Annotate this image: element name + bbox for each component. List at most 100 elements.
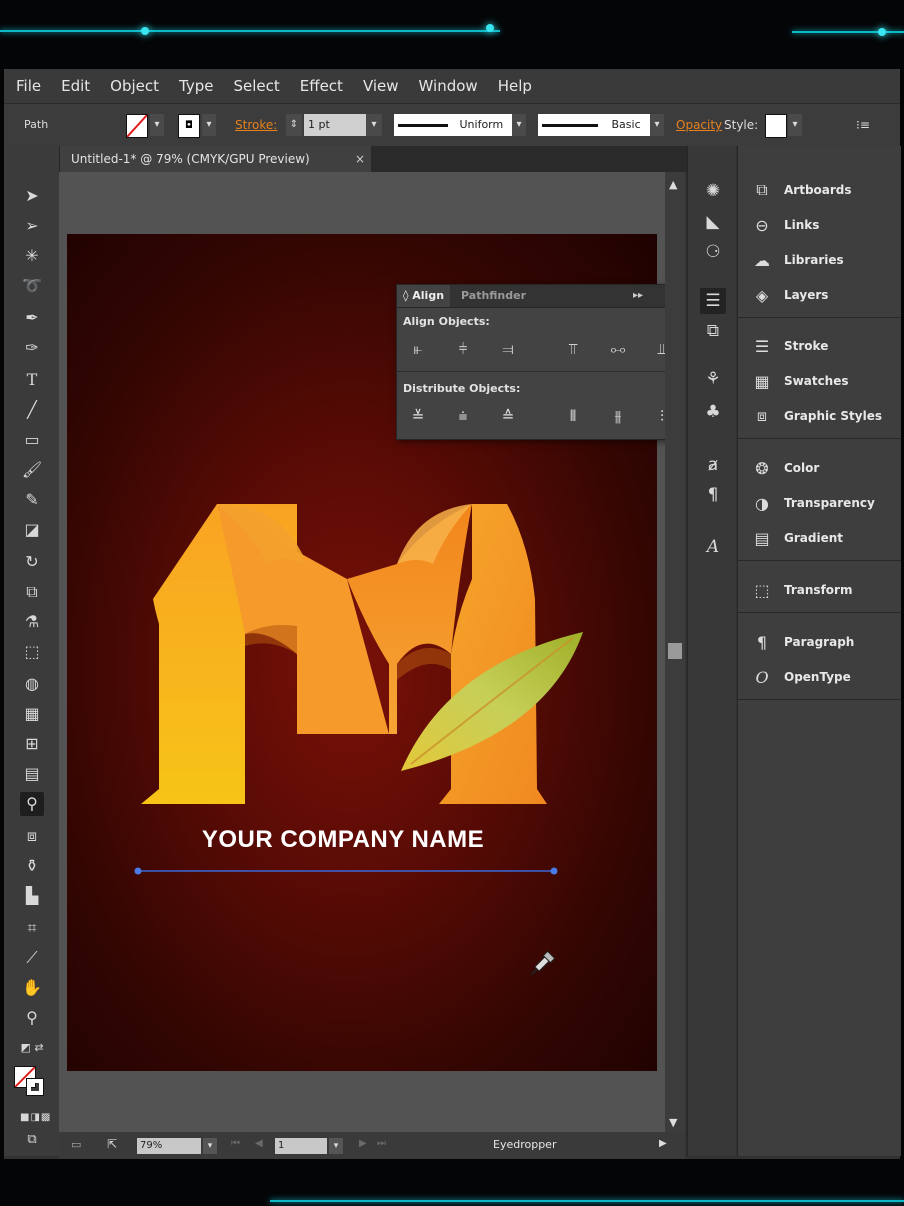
m-letter-shape[interactable]	[141, 503, 547, 804]
pathfinder-tab[interactable]: Pathfinder	[461, 285, 526, 307]
vertical-align-bottom-icon[interactable]: ⫫	[651, 338, 665, 360]
selection-tool-icon[interactable]: ➤	[20, 184, 44, 208]
align-tab[interactable]: ◊ Align	[397, 285, 451, 307]
profile-dropdown[interactable]: ▾	[512, 114, 526, 136]
canvas-area[interactable]: YOUR COMPANY NAME ◊ Align Pathfinder ▸▸ …	[59, 172, 665, 1132]
last-artboard-icon[interactable]: ⏭	[377, 1138, 386, 1149]
document-tab[interactable]: Untitled-1* @ 79% (CMYK/GPU Preview) ×	[59, 146, 371, 172]
panel-layers[interactable]: ◈ Layers	[738, 278, 901, 312]
screen-mode-icon[interactable]: ⧉	[20, 1128, 44, 1152]
first-artboard-icon[interactable]: ⏮	[231, 1138, 240, 1149]
lasso-tool-icon[interactable]: ➰	[20, 274, 44, 298]
magic-wand-tool-icon[interactable]: ✳	[20, 244, 44, 268]
menu-view[interactable]: View	[363, 77, 399, 95]
brush-definition[interactable]: Basic	[538, 114, 650, 136]
menu-window[interactable]: Window	[419, 77, 478, 95]
fill-stroke-indicator[interactable]	[14, 1066, 50, 1102]
vertical-align-center-icon[interactable]: ⧟	[607, 338, 629, 360]
vertical-scrollbar[interactable]: ▲ ▼	[665, 172, 685, 1132]
menu-edit[interactable]: Edit	[61, 77, 90, 95]
horizontal-align-center-icon[interactable]: ⫩	[452, 338, 474, 360]
perspective-grid-tool-icon[interactable]: ▦	[20, 702, 44, 726]
panel-opentype[interactable]: O OpenType	[738, 660, 901, 694]
panel-libraries[interactable]: ☁ Libraries	[738, 243, 901, 277]
blend-tool-icon[interactable]: ⧈	[20, 824, 44, 848]
scroll-thumb[interactable]	[668, 643, 682, 659]
panel-stroke[interactable]: ☰ Stroke	[738, 329, 901, 363]
width-tool-icon[interactable]: ⚗	[20, 610, 44, 634]
brush-dropdown[interactable]: ▾	[650, 114, 664, 136]
distribute-right-icon[interactable]: ⫶	[651, 405, 665, 427]
fill-swatch[interactable]	[126, 114, 148, 138]
color-mode-icons[interactable]: ■◨▩	[20, 1106, 50, 1130]
hand-tool-icon[interactable]: ✋	[20, 976, 44, 1000]
zoom-tool-icon[interactable]: ⚲	[20, 1006, 44, 1030]
pathfinder-icon[interactable]: ⧉	[700, 318, 726, 344]
curvature-tool-icon[interactable]: ✑	[20, 336, 44, 360]
style-dropdown[interactable]: ▾	[788, 114, 802, 136]
artboard-dropdown[interactable]: ▾	[329, 1138, 343, 1154]
menu-type[interactable]: Type	[179, 77, 213, 95]
glyphs-icon[interactable]: A	[700, 534, 726, 560]
pen-tool-icon[interactable]: ✒	[20, 306, 44, 330]
panel-transform[interactable]: ⬚ Transform	[738, 573, 901, 607]
stroke-dropdown[interactable]: ▾	[202, 114, 216, 136]
scroll-up-arrow-icon[interactable]: ▲	[669, 178, 677, 191]
opacity-label[interactable]: Opacity	[676, 118, 722, 132]
artboard-number-field[interactable]: 1	[275, 1138, 327, 1154]
column-graph-tool-icon[interactable]: ▙	[20, 884, 44, 908]
panel-artboards[interactable]: ⧉ Artboards	[738, 173, 901, 207]
stroke-weight-field[interactable]: 1 pt	[304, 114, 366, 136]
distribute-horizontal-center-icon[interactable]: ⫵	[607, 405, 629, 427]
artboard-tool-icon[interactable]: ⌗	[20, 916, 44, 940]
panel-collapse-icon[interactable]: ▸▸	[633, 285, 643, 307]
gradient-tool-icon[interactable]: ▤	[20, 762, 44, 786]
rectangle-tool-icon[interactable]: ▭	[20, 428, 44, 452]
panel-swatches[interactable]: ▦ Swatches	[738, 364, 901, 398]
zoom-field[interactable]: 79%	[137, 1138, 201, 1154]
scroll-down-arrow-icon[interactable]: ▼	[669, 1116, 677, 1129]
menu-select[interactable]: Select	[233, 77, 279, 95]
free-transform-tool-icon[interactable]: ⬚	[20, 640, 44, 664]
pencil-tool-icon[interactable]: ✎	[20, 488, 44, 512]
scale-tool-icon[interactable]: ⧉	[20, 580, 44, 604]
mesh-tool-icon[interactable]: ⊞	[20, 732, 44, 756]
brushes-icon[interactable]: ◣	[700, 209, 726, 235]
panel-gradient[interactable]: ▤ Gradient	[738, 521, 901, 555]
panel-color[interactable]: ❂ Color	[738, 451, 901, 485]
distribute-bottom-icon[interactable]: ≙	[497, 405, 519, 427]
next-artboard-icon[interactable]: ▶	[359, 1138, 367, 1149]
panel-links[interactable]: ⊖ Links	[738, 208, 901, 242]
slice-tool-icon[interactable]: ⟋	[20, 946, 44, 970]
horizontal-align-right-icon[interactable]: ⫤	[497, 338, 519, 360]
status-gpu-icon[interactable]: ▭	[71, 1138, 81, 1151]
menu-file[interactable]: File	[16, 77, 41, 95]
fill-dropdown[interactable]: ▾	[150, 114, 164, 136]
eraser-tool-icon[interactable]: ◪	[20, 518, 44, 542]
eyedropper-tool-icon[interactable]: ⚲	[20, 792, 44, 816]
graphic-style-swatch[interactable]	[765, 114, 787, 138]
variable-width-profile[interactable]: Uniform	[394, 114, 512, 136]
stroke-swatch[interactable]: ◘	[178, 114, 200, 138]
company-name-text[interactable]: YOUR COMPANY NAME	[67, 826, 619, 854]
panel-transparency[interactable]: ◑ Transparency	[738, 486, 901, 520]
panel-paragraph[interactable]: ¶ Paragraph	[738, 625, 901, 659]
menu-effect[interactable]: Effect	[300, 77, 343, 95]
horizontal-align-left-icon[interactable]: ⫦	[407, 338, 429, 360]
direct-selection-tool-icon[interactable]: ➢	[20, 214, 44, 238]
symbol-sprayer-tool-icon[interactable]: ⚱	[20, 854, 44, 878]
status-share-icon[interactable]: ⇱	[107, 1137, 117, 1151]
close-tab-icon[interactable]: ×	[355, 146, 365, 172]
paragraph-styles-icon[interactable]: ¶	[700, 482, 726, 508]
distribute-vertical-center-icon[interactable]: ⩧	[452, 405, 474, 427]
zoom-dropdown[interactable]: ▾	[203, 1138, 217, 1154]
previous-artboard-icon[interactable]: ◀	[255, 1138, 263, 1149]
menu-object[interactable]: Object	[110, 77, 159, 95]
line-tool-icon[interactable]: ╱	[20, 398, 44, 422]
control-panel-menu-icon[interactable]: ⁝≡	[856, 118, 870, 132]
symbols-icon[interactable]: ⚆	[700, 239, 726, 265]
type-tool-icon[interactable]: T	[20, 368, 44, 392]
stroke-label[interactable]: Stroke:	[235, 118, 277, 132]
align-panel-icon[interactable]: ☰	[700, 288, 726, 314]
club-symbol-icon[interactable]: ♣	[700, 399, 726, 425]
